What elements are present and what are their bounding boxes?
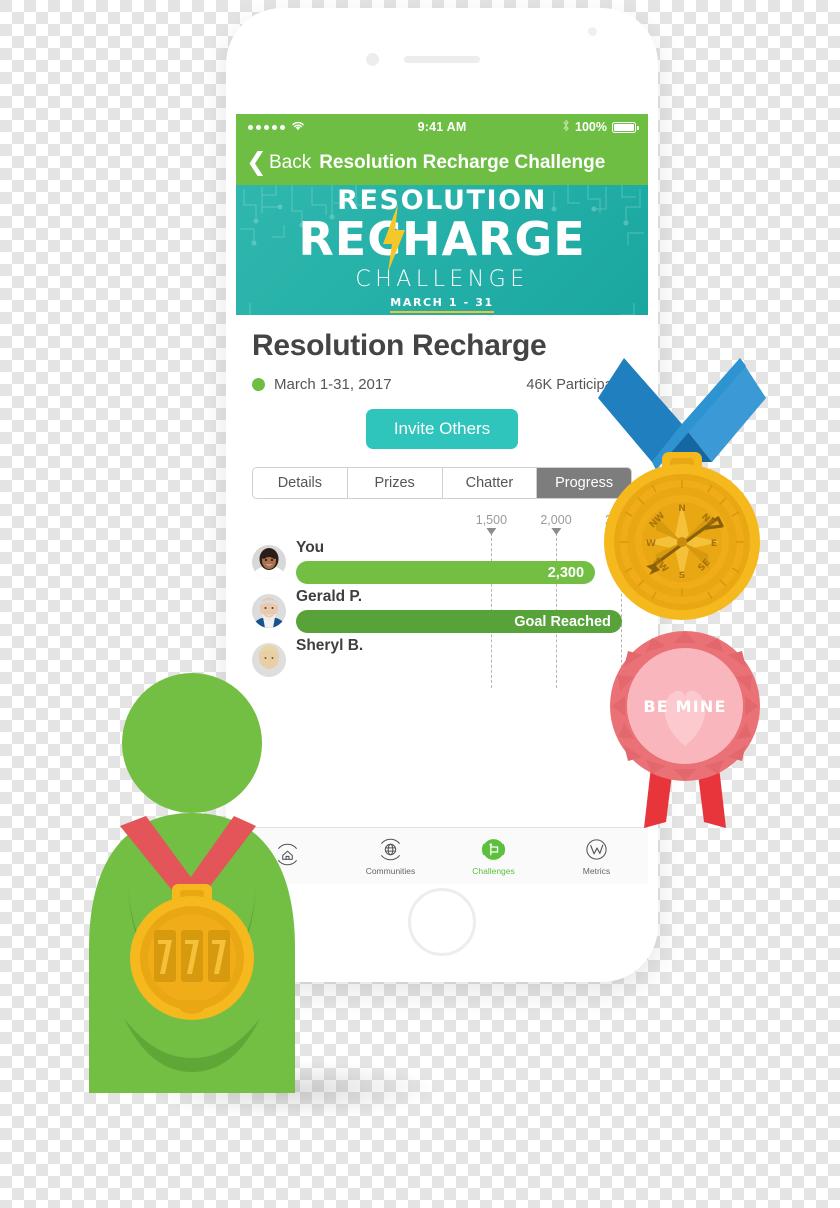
battery-full-icon <box>612 121 639 133</box>
status-right-group: 100% <box>562 119 639 135</box>
progress-bar: Goal Reached <box>296 610 622 633</box>
be-mine-rosette: BE MINE <box>610 631 760 828</box>
leaderboard-row[interactable]: You 2,300 <box>252 539 632 584</box>
metrics-chart-icon <box>545 837 648 863</box>
page-title: Resolution Recharge Challenge <box>319 151 606 173</box>
earpiece-speaker <box>404 56 480 63</box>
leaderboard-row-body: Sheryl B. <box>296 637 632 682</box>
rosette-text: BE MINE <box>643 697 726 716</box>
gold-compass-medal: N S W E NW NE SE SW <box>598 358 766 620</box>
tab-metrics[interactable]: Metrics <box>545 837 648 876</box>
participant-name: You <box>296 539 325 556</box>
leaderboard-row[interactable]: Gerald P. Goal Reached <box>252 588 632 633</box>
banner-line-2: RECHARGE <box>298 212 586 266</box>
avatar <box>252 594 286 628</box>
svg-text:S: S <box>679 571 685 581</box>
tab-challenges[interactable]: Challenges <box>442 837 545 876</box>
leaderboard-row-body: Gerald P. Goal Reached <box>296 588 632 633</box>
home-button[interactable] <box>408 888 476 956</box>
challenge-flag-icon <box>442 837 545 863</box>
invite-others-button[interactable]: Invite Others <box>365 409 519 449</box>
tab-communities[interactable]: Communities <box>339 837 442 876</box>
chevron-left-icon[interactable]: ❮ <box>246 150 267 175</box>
tick-arrow-icon <box>551 528 561 535</box>
front-camera <box>366 53 379 66</box>
progress-bar-wrap: 2,300 <box>296 561 632 584</box>
invite-button-wrap: Invite Others <box>252 409 632 449</box>
leaderboard-row-body: You 2,300 <box>296 539 632 584</box>
axis-tick-2000: 2,000 <box>540 513 572 535</box>
banner-line-2-wrap: RECHARGE <box>298 204 586 272</box>
tab-metrics-label: Metrics <box>582 865 611 876</box>
back-button[interactable]: Back <box>269 152 311 174</box>
challenge-detail: Resolution Recharge March 1-31, 2017 46K… <box>236 315 648 688</box>
challenge-title: Resolution Recharge <box>252 329 547 362</box>
section-tabs: Details Prizes Chatter Progress <box>252 467 632 499</box>
tab-challenges-label: Challenges <box>472 865 515 876</box>
challenge-banner: RESOLUTION RECHARGE CHALLENGE MARCH 1 - … <box>236 185 648 315</box>
challenge-meta-row: March 1-31, 2017 46K Participants <box>252 376 632 393</box>
status-badge <box>252 378 265 391</box>
participant-name: Gerald P. <box>296 588 363 605</box>
progress-bar-wrap <box>296 659 632 682</box>
participant-name: Sheryl B. <box>296 637 364 654</box>
svg-text:E: E <box>711 539 717 549</box>
green-person-with-777-medal <box>89 673 295 1093</box>
tab-chatter[interactable]: Chatter <box>442 468 538 498</box>
lightning-bolt-icon <box>383 204 406 272</box>
status-bar: 9:41 AM 100% <box>236 114 648 140</box>
svg-text:W: W <box>646 539 656 549</box>
svg-text:N: N <box>678 504 686 514</box>
tick-arrow-icon <box>486 528 497 535</box>
tab-prizes[interactable]: Prizes <box>347 468 443 498</box>
tab-communities-label: Communities <box>365 865 416 876</box>
bluetooth-icon <box>562 119 570 135</box>
nav-bar: ❮ Back Resolution Recharge Challenge <box>236 140 648 185</box>
challenge-date-range: March 1-31, 2017 <box>274 376 392 393</box>
proximity-sensor <box>588 27 597 36</box>
axis-tick-1500: 1,500 <box>476 513 507 535</box>
progress-bar: 2,300 <box>296 561 596 584</box>
progress-bar-wrap: Goal Reached <box>296 610 632 633</box>
battery-percent: 100% <box>575 120 607 134</box>
globe-icon <box>339 837 442 863</box>
tab-details[interactable]: Details <box>253 468 348 498</box>
chart-axis-ticks: 1,500 2,000 2,500 <box>252 513 636 535</box>
avatar <box>252 545 286 579</box>
